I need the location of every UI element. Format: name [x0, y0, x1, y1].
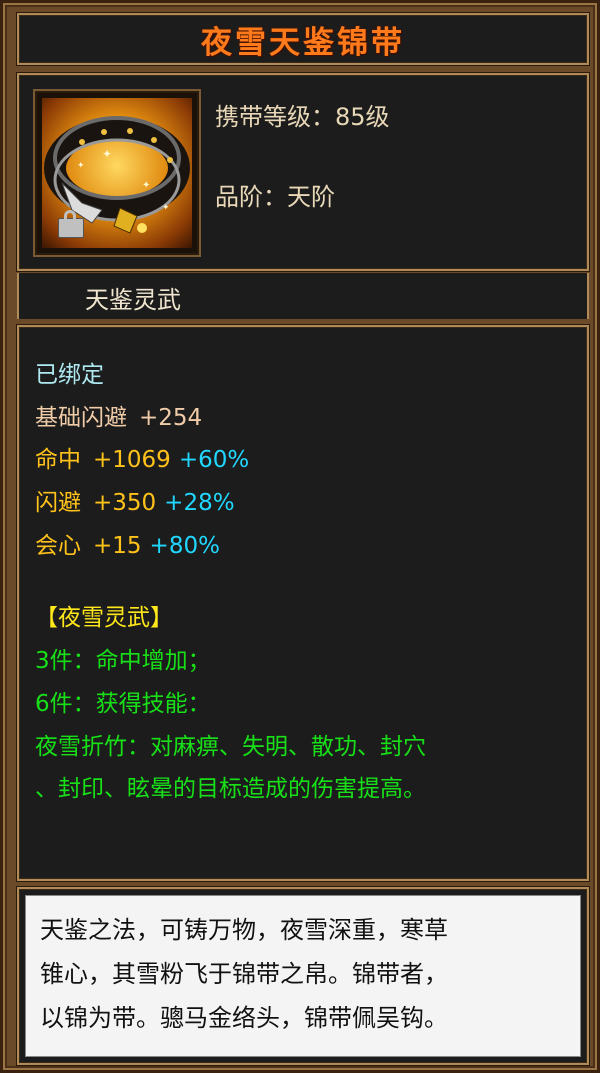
item-icon-slot[interactable]: ✦ ✦ ✦ ✦: [33, 89, 201, 257]
carry-level-label: 携带等级：: [215, 103, 335, 131]
stat-bonus: +60%: [178, 447, 250, 473]
stat-label: 闪避: [35, 490, 81, 516]
title-panel: 夜雪天鉴锦带: [17, 13, 589, 65]
set-bonus-6: 6件：获得技能：: [35, 691, 211, 717]
svg-text:✦: ✦: [142, 180, 150, 191]
item-name: 夜雪天鉴锦带: [201, 24, 405, 61]
description-box: 天鉴之法，可铸万物，夜雪深重，寒草 锥心，其雪粉飞于锦带之帛。锦带者， 以锦为带…: [25, 895, 581, 1057]
item-type: 天鉴灵武: [85, 286, 181, 314]
stat-label: 命中: [35, 447, 81, 473]
belt-icon: ✦ ✦ ✦ ✦: [42, 98, 192, 248]
stat-row-hit: 命中 +1069 +60%: [35, 440, 249, 474]
item-tooltip-frame: 夜雪天鉴锦带 ✦ ✦ ✦ ✦ 携带等级：85级 品阶：天阶 天鉴灵武 已绑定 基…: [0, 0, 600, 1073]
svg-text:✦: ✦: [77, 161, 85, 171]
set-skill-line-2: 、封印、眩晕的目标造成的伤害提高。: [35, 776, 426, 802]
stat-value: +1069: [93, 447, 171, 473]
description-line-3: 以锦为带。骢马金络头，锦带佩吴钩。: [40, 1004, 448, 1032]
svg-text:✦: ✦: [102, 147, 112, 161]
description-panel: 天鉴之法，可铸万物，夜雪深重，寒草 锥心，其雪粉飞于锦带之帛。锦带者， 以锦为带…: [17, 887, 589, 1065]
stat-row-crit: 会心 +15 +80%: [35, 526, 220, 560]
base-stat-label: 基础闪避: [35, 405, 127, 431]
grade-value: 天阶: [287, 183, 335, 211]
set-bonus-3: 3件：命中增加；: [35, 648, 211, 674]
base-stat-row: 基础闪避 +254: [35, 398, 202, 432]
stat-bonus: +80%: [149, 533, 220, 559]
stat-label: 会心: [35, 533, 81, 559]
stat-bonus: +28%: [164, 490, 235, 516]
description-line-2: 锥心，其雪粉飞于锦带之帛。锦带者，: [40, 960, 448, 988]
grade-row: 品阶：天阶: [215, 177, 335, 212]
grade-label: 品阶：: [215, 183, 287, 211]
carry-level-value: 85级: [335, 103, 390, 131]
svg-text:✦: ✦: [162, 203, 170, 213]
set-title: 【夜雪灵武】: [35, 605, 173, 631]
set-skill-line-1: 夜雪折竹：对麻痹、失明、散功、封穴: [35, 734, 426, 760]
stat-value: +15: [93, 533, 142, 559]
lock-icon: [58, 210, 84, 238]
description-line-1: 天鉴之法，可铸万物，夜雪深重，寒草: [40, 916, 448, 944]
stat-row-dodge: 闪避 +350 +28%: [35, 483, 235, 517]
stats-panel: 已绑定 基础闪避 +254 命中 +1069 +60% 闪避 +350 +28% 会心 +1…: [17, 325, 589, 881]
stat-value: +350: [93, 490, 157, 516]
bound-status: 已绑定: [35, 362, 104, 388]
carry-level-row: 携带等级：85级: [215, 97, 390, 132]
item-type-row: 天鉴灵武: [17, 273, 589, 319]
base-stat-value: +254: [139, 405, 203, 431]
item-info-panel: ✦ ✦ ✦ ✦ 携带等级：85级 品阶：天阶: [17, 73, 589, 271]
